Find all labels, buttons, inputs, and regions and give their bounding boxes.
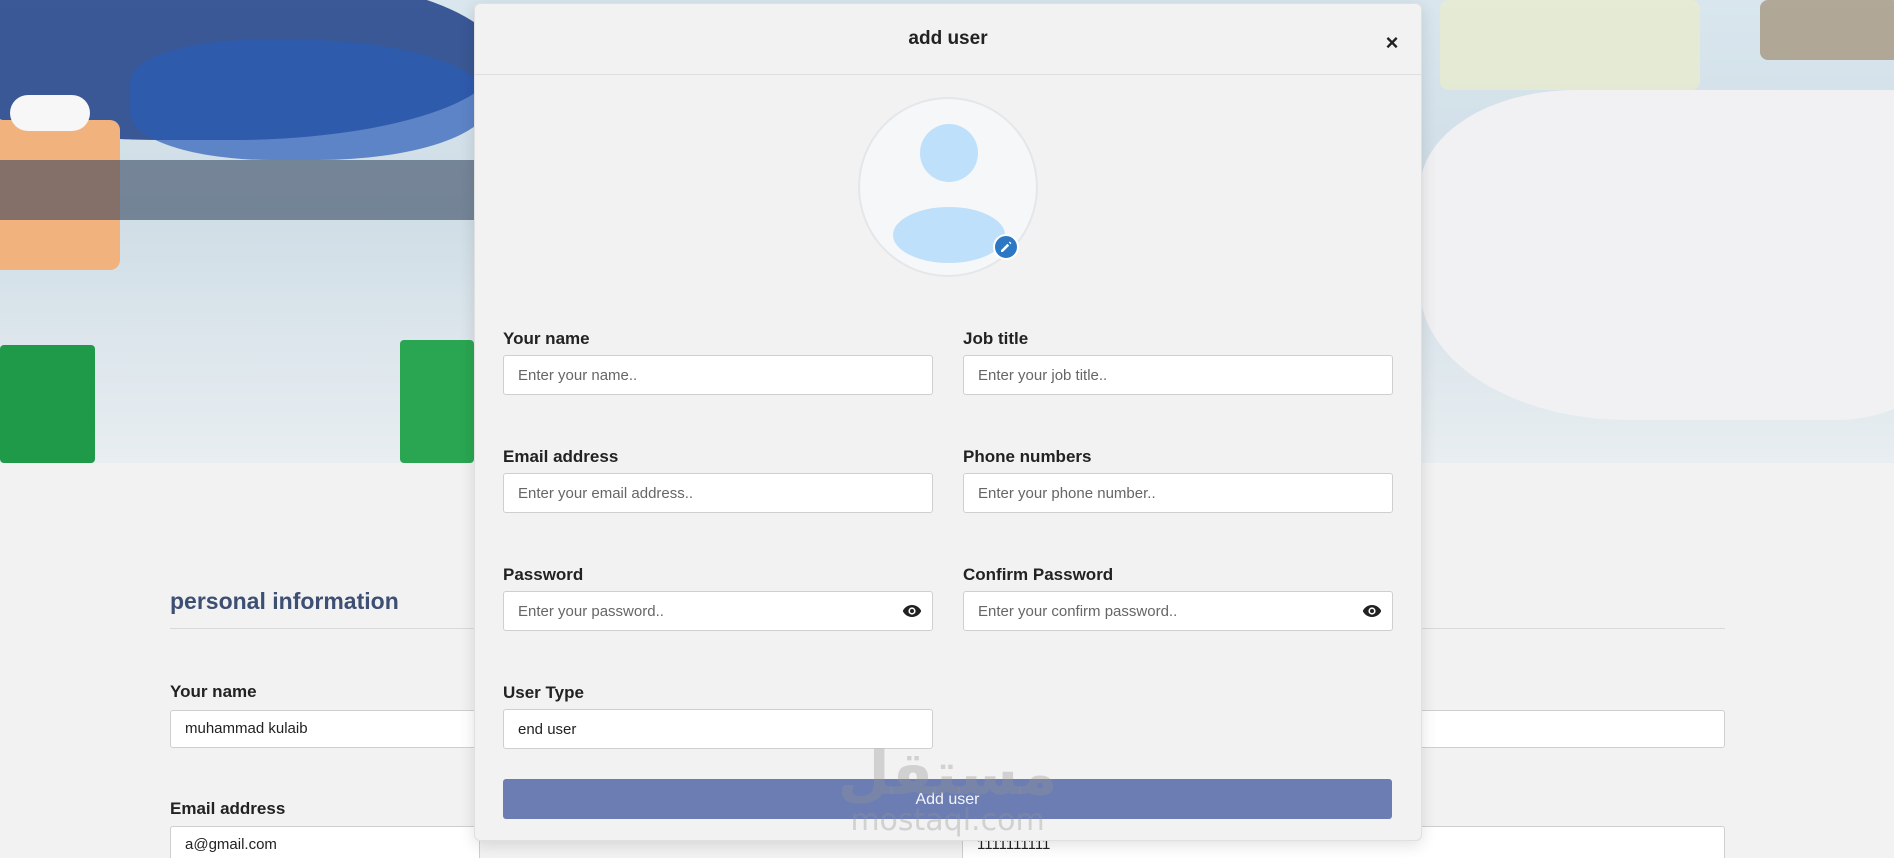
- modal-header: add user ×: [475, 4, 1421, 75]
- close-button[interactable]: ×: [1381, 32, 1403, 54]
- bg-email-label: Email address: [170, 799, 286, 818]
- user-avatar-body: [893, 207, 1005, 263]
- bg-name-label: Your name: [170, 682, 257, 701]
- user-avatar-icon: [920, 124, 978, 182]
- phone-label: Phone numbers: [963, 447, 1092, 466]
- bg-job-input[interactable]: [1415, 710, 1725, 748]
- password-input[interactable]: [503, 591, 933, 631]
- eye-icon[interactable]: [902, 604, 922, 618]
- section-title: personal information: [170, 588, 399, 614]
- job-title-input[interactable]: [963, 355, 1393, 395]
- edit-avatar-button[interactable]: [993, 234, 1019, 260]
- job-title-label: Job title: [963, 329, 1029, 348]
- user-type-input[interactable]: [503, 709, 933, 749]
- password-label: Password: [503, 565, 584, 584]
- email-label: Email address: [503, 447, 619, 466]
- eye-icon[interactable]: [1362, 604, 1382, 618]
- add-user-modal: add user × Your name Job title Email add…: [474, 3, 1422, 841]
- email-input[interactable]: [503, 473, 933, 513]
- bg-name-input[interactable]: muhammad kulaib: [170, 710, 480, 748]
- confirm-password-label: Confirm Password: [963, 565, 1114, 584]
- add-user-button[interactable]: Add user: [503, 779, 1392, 819]
- phone-input[interactable]: [963, 473, 1393, 513]
- modal-title: add user: [908, 28, 988, 49]
- pencil-icon: [1001, 241, 1012, 252]
- name-label: Your name: [503, 329, 590, 348]
- confirm-password-input[interactable]: [963, 591, 1393, 631]
- user-type-label: User Type: [503, 683, 584, 702]
- bg-email-input[interactable]: a@gmail.com: [170, 826, 480, 858]
- name-input[interactable]: [503, 355, 933, 395]
